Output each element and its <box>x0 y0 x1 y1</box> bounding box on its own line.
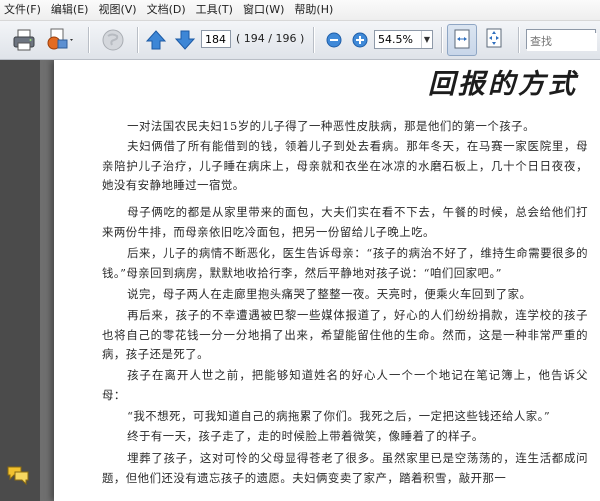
menu-help[interactable]: 帮助(H) <box>290 0 339 20</box>
page-number-input[interactable] <box>201 30 231 48</box>
zoom-select[interactable]: ▼ <box>374 30 433 49</box>
page-title: 回报的方式 <box>428 69 578 100</box>
plus-circle-icon <box>352 32 368 48</box>
web-button[interactable] <box>101 28 125 52</box>
search-input[interactable] <box>527 32 597 51</box>
menu-file[interactable]: 文件(F) <box>0 0 47 20</box>
page-count: ( 194 / 196 ) <box>236 32 305 45</box>
previous-page-button[interactable] <box>145 29 167 51</box>
toolbar: ( 194 / 196 ) ▼ <box>0 21 600 60</box>
paragraph-3: 母子俩吃的都是从家里带来的面包，大夫们实在看不下去，午餐的时候，总会给他们打来两… <box>102 205 588 239</box>
export-icon <box>47 28 73 50</box>
paragraph-5: 说完，母子两人在走廊里抱头痛哭了整整一夜。天亮时，便乘火车回到了家。 <box>127 287 532 301</box>
navigation-panel <box>0 60 40 501</box>
paragraph-6: 再后来，孩子的不幸遭遇被巴黎一些媒体报道了，好心的人们纷纷捐款，连学校的孩子也将… <box>102 308 588 362</box>
paragraph-8: “我不想死，可我知道自己的病拖累了你们。我死之后，一定把这些钱还给人家。” <box>127 409 551 423</box>
menu-bar: 文件(F) 编辑(E) 视图(V) 文档(D) 工具(T) 窗口(W) 帮助(H… <box>0 0 600 21</box>
arrow-down-icon <box>174 30 196 50</box>
paragraph-4: 后来，儿子的病情不断恶化，医生告诉母亲：“孩子的病治不好了，维持生命需要很多的钱… <box>102 246 588 280</box>
paragraph-2: 夫妇俩借了所有能借到的钱，领着儿子到处去看病。那年冬天，在马赛一家医院里，母亲陪… <box>102 139 588 193</box>
zoom-in-button[interactable] <box>352 32 368 48</box>
paragraph-9: 终于有一天，孩子走了，走的时候脸上带着微笑，像睡着了的样子。 <box>127 429 484 443</box>
document-view[interactable]: 回报的方式 一对法国农民夫妇15岁的儿子得了一种恶性皮肤病，那是他们的第一个孩子… <box>40 60 600 501</box>
comment-icon <box>7 466 29 485</box>
zoom-out-button[interactable] <box>326 32 342 48</box>
paragraph-10: 埋葬了孩子，这对可怜的父母显得苍老了很多。虽然家里已是空荡荡的，连生活都成问题，… <box>102 451 588 485</box>
comments-button[interactable] <box>6 465 30 485</box>
chevron-down-icon[interactable]: ▼ <box>421 31 432 48</box>
paragraph-7: 孩子在离开人世之前，把能够知道姓名的好心人一个一个地记在笔记簿上，他告诉父母： <box>102 368 588 402</box>
menu-view[interactable]: 视图(V) <box>94 0 142 20</box>
menu-document[interactable]: 文档(D) <box>143 0 192 20</box>
menu-window[interactable]: 窗口(W) <box>239 0 290 20</box>
printer-icon <box>13 29 35 51</box>
fit-width-icon <box>454 29 470 49</box>
fit-width-button[interactable] <box>447 24 477 56</box>
arrow-up-icon <box>145 30 167 50</box>
search-box[interactable] <box>526 29 597 51</box>
globe-icon <box>102 29 124 51</box>
print-button[interactable] <box>12 28 36 52</box>
next-page-button[interactable] <box>174 29 196 51</box>
fit-page-button[interactable] <box>480 24 510 56</box>
menu-edit[interactable]: 编辑(E) <box>47 0 95 20</box>
minus-circle-icon <box>326 32 342 48</box>
menu-tools[interactable]: 工具(T) <box>192 0 239 20</box>
document-page: 回报的方式 一对法国农民夫妇15岁的儿子得了一种恶性皮肤病，那是他们的第一个孩子… <box>54 60 600 501</box>
zoom-input[interactable] <box>375 31 421 48</box>
paragraph-1: 一对法国农民夫妇15岁的儿子得了一种恶性皮肤病，那是他们的第一个孩子。 <box>127 119 535 133</box>
export-button[interactable] <box>45 27 75 53</box>
fit-page-icon <box>486 28 502 48</box>
